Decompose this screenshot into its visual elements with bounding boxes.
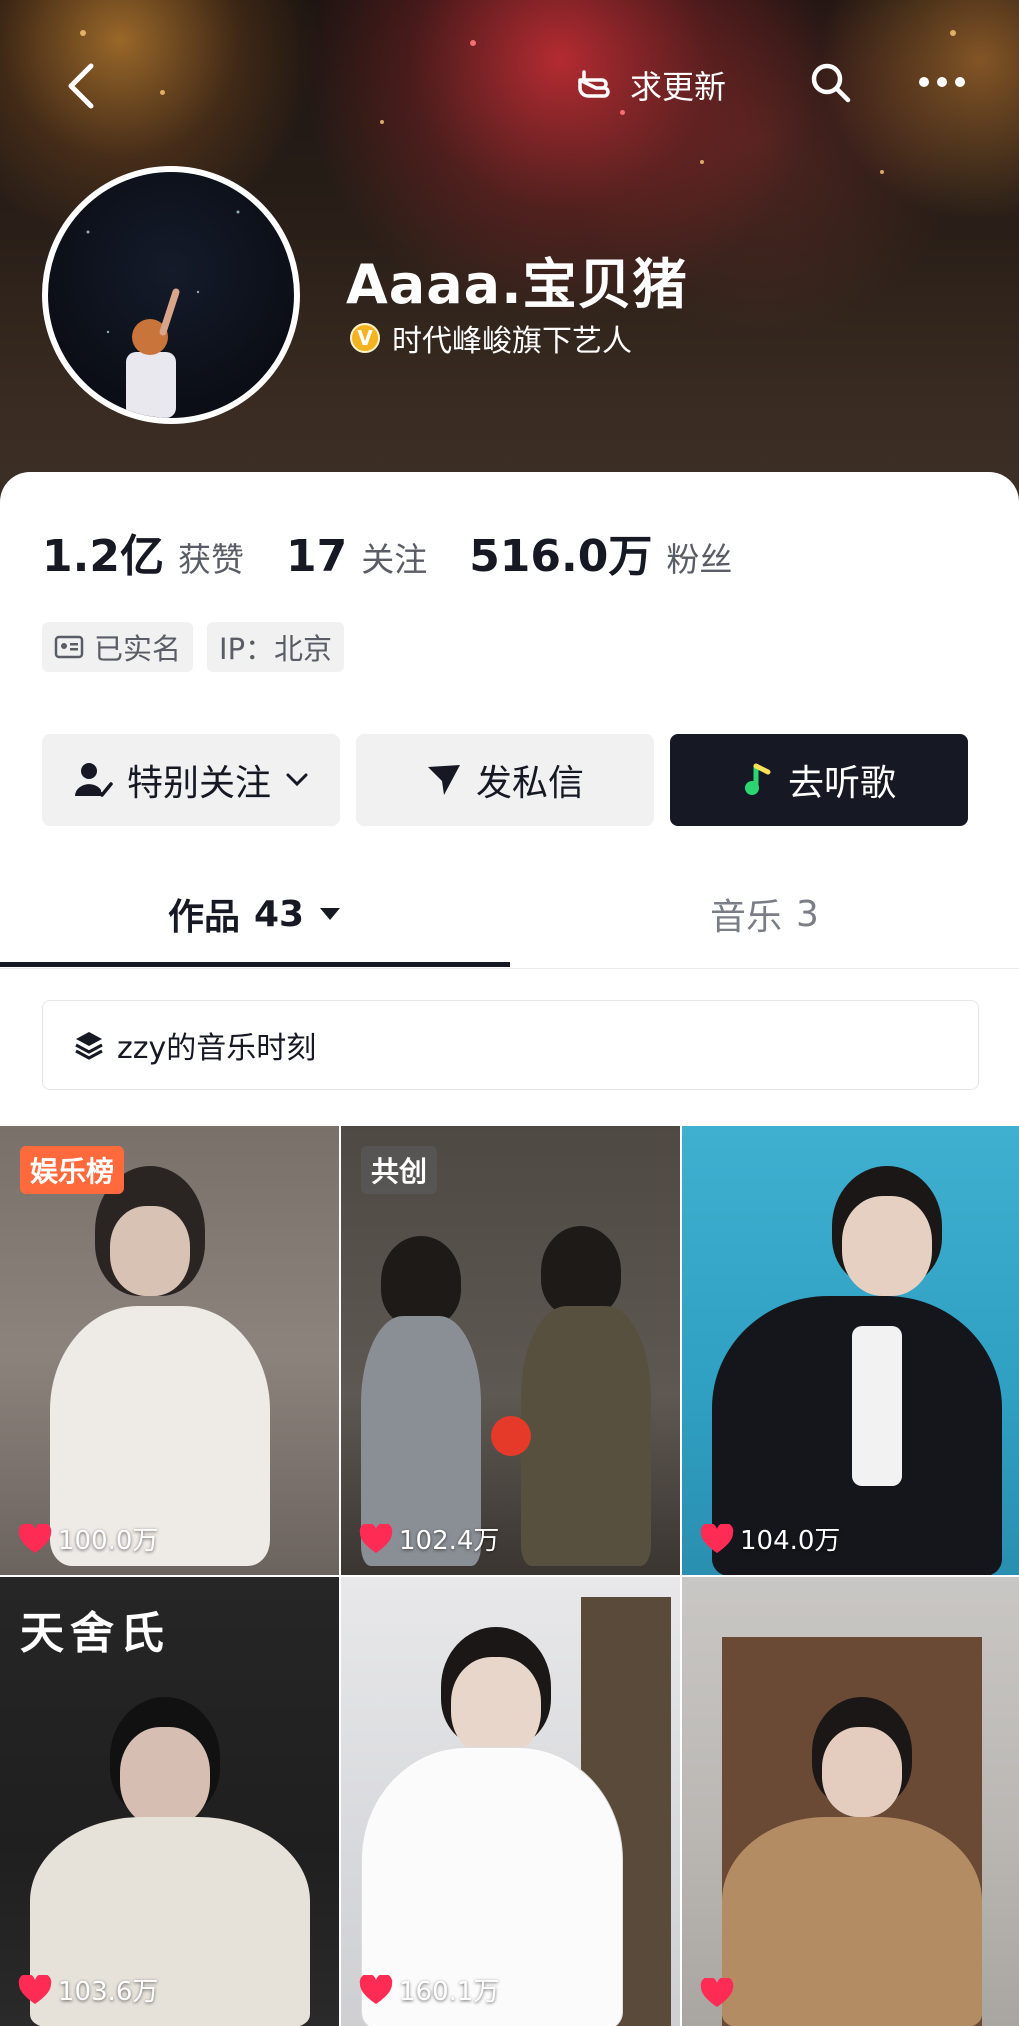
video-likes: 160.1万	[359, 1971, 499, 2008]
video-likes: 102.4万	[359, 1520, 499, 1557]
video-badge: 娱乐榜	[20, 1146, 125, 1194]
search-button[interactable]	[800, 52, 860, 112]
tab-works-label: 作品	[167, 897, 240, 938]
verification-text: 时代峰峻旗下艺人	[392, 324, 632, 359]
video-likes: 103.6万	[18, 1971, 158, 2008]
video-likes-count: 103.6万	[58, 1977, 159, 2007]
id-card-icon	[54, 635, 84, 659]
send-icon	[427, 765, 460, 795]
active-tab-indicator	[0, 962, 510, 967]
chevron-down-icon	[286, 773, 308, 787]
music-note-icon	[744, 763, 771, 795]
avatar[interactable]	[42, 166, 300, 424]
heart-icon	[18, 1974, 52, 2004]
video-tile[interactable]: 104.0万	[682, 1126, 1019, 1575]
listen-music-label: 去听歌	[787, 763, 896, 804]
tab-music-label: 音乐	[710, 897, 783, 938]
request-update-label: 求更新	[629, 68, 726, 106]
collection-entry[interactable]: zzy的音乐时刻	[42, 1000, 979, 1090]
video-art-text: 天舍氏	[20, 1608, 170, 1659]
video-likes-count: 100.0万	[58, 1526, 159, 1556]
video-grid: 娱乐榜 100.0万 共创 102.4万 104.0万 天舍氏 103.6万 1…	[0, 1126, 1019, 2026]
tab-music-count: 3	[796, 893, 819, 935]
stats-row: 1.2亿 获赞 17 关注 516.0万 粉丝	[42, 520, 774, 584]
back-button[interactable]	[55, 56, 105, 116]
video-likes-count: 104.0万	[740, 1526, 841, 1556]
video-likes: 100.0万	[18, 1520, 158, 1557]
realname-label: 已实名	[94, 632, 182, 666]
fans-count[interactable]: 516.0万	[469, 520, 652, 584]
layers-icon	[75, 1032, 103, 1060]
likes-label: 获赞	[177, 540, 244, 579]
likes-count[interactable]: 1.2亿	[42, 520, 164, 584]
special-follow-button[interactable]: 特别关注	[42, 734, 340, 826]
profile-name: Aaaa.宝贝猪	[346, 253, 688, 316]
action-buttons: 特别关注 发私信 去听歌	[42, 734, 968, 826]
listen-music-button[interactable]: 去听歌	[670, 734, 968, 826]
tab-works-count: 43	[253, 893, 305, 935]
caret-down-icon[interactable]	[318, 906, 342, 922]
heart-icon	[359, 1523, 393, 1553]
following-label: 关注	[361, 540, 428, 579]
hand-pointer-icon	[578, 70, 610, 98]
video-tile[interactable]: 天舍氏 103.6万	[0, 1577, 339, 2026]
verified-badge-icon: V	[350, 323, 380, 353]
content-tabs: 作品 43 音乐 3	[0, 860, 1019, 969]
heart-icon	[18, 1523, 52, 1553]
collection-label: zzy的音乐时刻	[117, 1031, 317, 1066]
heart-icon	[359, 1974, 393, 2004]
realname-tag[interactable]: 已实名	[42, 622, 194, 672]
ip-tag: IP：北京	[207, 622, 345, 672]
search-icon	[811, 63, 851, 103]
video-tile[interactable]: 共创 102.4万	[341, 1126, 680, 1575]
send-message-button[interactable]: 发私信	[356, 734, 654, 826]
special-follow-label: 特别关注	[126, 763, 271, 804]
video-likes-count: 102.4万	[399, 1526, 500, 1556]
heart-icon	[700, 1978, 734, 2007]
more-button[interactable]	[912, 52, 972, 112]
tags-row: 已实名 IP：北京	[42, 622, 345, 672]
verification-row: V 时代峰峻旗下艺人	[350, 316, 632, 360]
user-check-icon	[74, 763, 113, 797]
video-tile[interactable]: 娱乐榜 100.0万	[0, 1126, 339, 1575]
more-dots-icon	[919, 77, 965, 87]
tab-music[interactable]: 音乐 3	[510, 860, 1019, 968]
video-tile[interactable]: 160.1万	[341, 1577, 680, 2026]
request-update-button[interactable]: 求更新	[555, 50, 745, 120]
following-count[interactable]: 17	[286, 531, 347, 582]
ip-label: IP：北京	[219, 632, 333, 666]
video-likes	[700, 1978, 740, 2008]
video-likes: 104.0万	[700, 1520, 840, 1557]
fans-label: 粉丝	[666, 540, 733, 579]
tab-works[interactable]: 作品 43	[0, 860, 510, 968]
back-arrow-icon	[68, 63, 94, 109]
video-tile[interactable]	[682, 1577, 1019, 2026]
video-badge: 共创	[361, 1146, 438, 1194]
avatar-image	[86, 210, 240, 418]
video-likes-count: 160.1万	[399, 1977, 500, 2007]
heart-icon	[700, 1523, 734, 1553]
send-message-label: 发私信	[475, 763, 584, 804]
